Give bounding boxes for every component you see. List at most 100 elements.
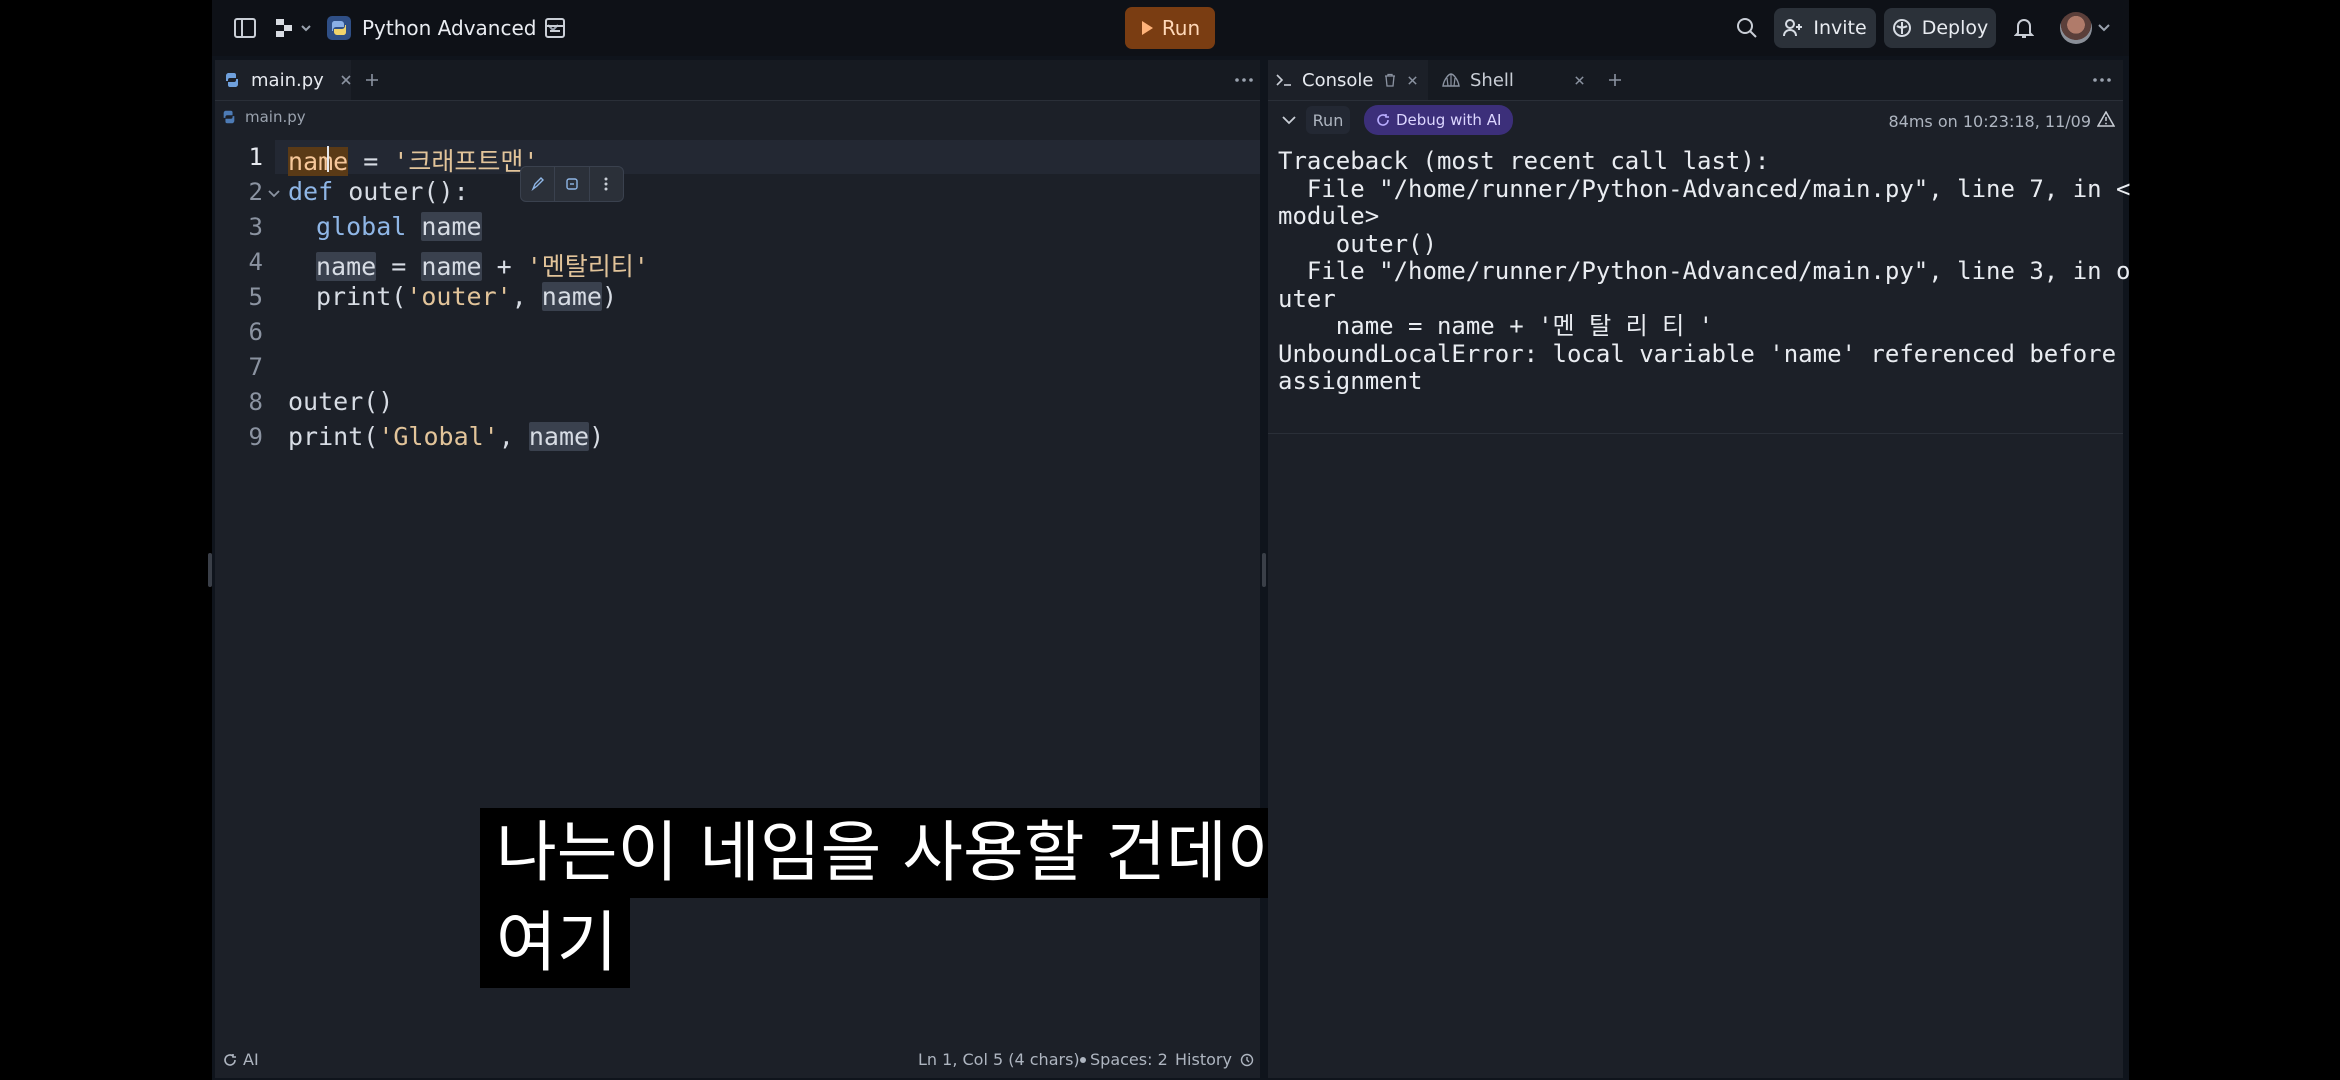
deploy-icon — [1892, 18, 1912, 38]
tab-label: main.py — [251, 69, 324, 91]
console-divider — [1268, 433, 2123, 434]
breadcrumb-file: main.py — [245, 108, 306, 126]
close-icon[interactable] — [1407, 75, 1418, 86]
add-user-icon — [1783, 19, 1803, 37]
tab-console[interactable]: Console — [1268, 60, 1428, 100]
editor-tab-bar: main.py — [215, 60, 1260, 101]
console-line: name = name + '멘 탈 리 티 ' — [1278, 312, 1714, 340]
chevron-down-icon — [2098, 24, 2110, 32]
user-menu[interactable] — [2060, 12, 2110, 44]
console-toolbar: Run Debug with AI 84ms on 10:23:18, 11/0… — [1268, 101, 2123, 139]
shell-tab-label: Shell — [1470, 69, 1514, 91]
spaces-label: Spaces: 2 — [1090, 1050, 1168, 1069]
history-button[interactable]: History — [1175, 1050, 1254, 1069]
kebab-menu-icon[interactable] — [590, 167, 623, 201]
line-number: 8 — [248, 388, 263, 416]
new-tab-icon[interactable] — [1608, 60, 1632, 100]
ai-icon — [223, 1053, 237, 1067]
explain-icon[interactable] — [555, 167, 590, 201]
console-line: outer() — [1278, 229, 1437, 258]
code-line-5: print('outer', name) — [316, 282, 618, 311]
bell-icon[interactable] — [2012, 16, 2036, 40]
line-number: 2 — [248, 178, 263, 206]
line-number: 7 — [248, 353, 263, 381]
trash-icon[interactable] — [1383, 73, 1397, 87]
left-resize-handle[interactable] — [208, 553, 212, 587]
console-tab-bar: Console Shell — [1268, 60, 2123, 101]
edit-icon[interactable] — [521, 167, 556, 201]
tab-shell[interactable]: Shell — [1434, 60, 1598, 100]
close-icon[interactable] — [1574, 75, 1585, 86]
top-bar: Python Advanced Run Invite Deploy — [212, 0, 2129, 56]
run-timing: 84ms on 10:23:18, 11/09 — [1888, 112, 2091, 131]
debug-ai-icon — [1376, 113, 1390, 127]
deploy-label: Deploy — [1921, 17, 1989, 39]
console-output[interactable]: Traceback (most recent call last): File … — [1278, 147, 2131, 396]
inline-ai-toolbar — [520, 166, 624, 202]
console-line: UnboundLocalError: local variable 'name'… — [1278, 339, 2117, 368]
line-number: 4 — [248, 248, 263, 276]
sidebar-toggle-icon[interactable] — [232, 16, 258, 40]
code-line-9: print('Global', name) — [288, 422, 605, 451]
project-name: Python Advanced — [362, 16, 537, 40]
python-logo-icon — [326, 15, 352, 41]
ai-label: AI — [243, 1050, 259, 1069]
more-options-icon[interactable] — [2093, 60, 2115, 100]
editor-pane: main.py main.py 1 name = '크래프트맨' 2 def o… — [215, 60, 1260, 1078]
line-number: 1 — [248, 143, 263, 171]
layout-icon[interactable] — [542, 16, 568, 40]
ai-toggle[interactable]: AI — [223, 1050, 259, 1069]
close-icon[interactable] — [340, 74, 352, 86]
replit-workspace: Python Advanced Run Invite Deploy main.p… — [208, 0, 2131, 1080]
text-cursor-icon — [327, 146, 329, 172]
history-icon — [1240, 1053, 1254, 1067]
console-line: uter — [1278, 284, 1336, 313]
search-icon[interactable] — [1734, 16, 1760, 40]
console-line: module> — [1278, 202, 1380, 230]
code-line-4: name = name + '멘탈리티' — [316, 252, 649, 281]
invite-button[interactable]: Invite — [1774, 8, 1876, 48]
dot-icon — [1080, 1056, 1086, 1063]
history-label: History — [1175, 1050, 1232, 1069]
invite-label: Invite — [1813, 17, 1867, 39]
cursor-position[interactable]: Ln 1, Col 5 (4 chars) — [918, 1050, 1080, 1069]
console-pane: Console Shell Run Debug with AI 84ms on … — [1268, 60, 2131, 1078]
deploy-button[interactable]: Deploy — [1884, 8, 1996, 48]
indent-setting[interactable]: Spaces: 2 — [1080, 1050, 1168, 1069]
more-options-icon[interactable] — [1235, 60, 1257, 100]
code-editor[interactable]: 1 name = '크래프트맨' 2 def outer(): 3 global… — [215, 140, 1260, 560]
collapse-chevron-icon[interactable] — [1282, 116, 1296, 125]
console-line: File "/home/runner/Python-Advanced/main.… — [1278, 257, 2131, 285]
editor-status-bar: AI Ln 1, Col 5 (4 chars) Spaces: 2 Histo… — [215, 1040, 1260, 1078]
shell-icon — [1442, 72, 1460, 88]
play-icon — [1140, 20, 1154, 36]
line-number: 3 — [248, 213, 263, 241]
terminal-prompt-icon — [1276, 73, 1292, 87]
console-tab-label: Console — [1302, 69, 1374, 91]
replit-logo-icon[interactable] — [274, 16, 314, 40]
run-button[interactable]: Run — [1125, 7, 1215, 49]
console-line: assignment — [1278, 367, 1423, 395]
new-tab-icon[interactable] — [365, 60, 389, 100]
line-number: 6 — [248, 318, 263, 346]
subtitle-line-2: 여기 — [480, 898, 630, 988]
python-file-icon — [221, 109, 237, 125]
run-label: Run — [1161, 16, 1201, 40]
breadcrumb[interactable]: main.py — [221, 108, 306, 126]
line-number: 5 — [248, 283, 263, 311]
debug-label: Debug with AI — [1396, 111, 1502, 129]
console-line: Traceback (most recent call last): — [1278, 147, 1770, 175]
python-file-icon — [223, 71, 241, 89]
warning-icon[interactable] — [2097, 111, 2115, 127]
tab-main-py[interactable]: main.py — [215, 60, 351, 100]
debug-with-ai-button[interactable]: Debug with AI — [1364, 105, 1514, 135]
project-selector[interactable]: Python Advanced — [326, 12, 560, 44]
code-line-2: def outer(): — [288, 177, 469, 206]
pane-resize-handle[interactable] — [1262, 553, 1266, 587]
code-line-3: global name — [316, 212, 482, 241]
console-run-button[interactable]: Run — [1306, 106, 1350, 134]
fold-chevron-icon[interactable] — [268, 190, 280, 198]
console-line: File "/home/runner/Python-Advanced/main.… — [1278, 174, 2131, 203]
code-line-1: name = '크래프트맨' — [288, 147, 539, 176]
code-line-8: outer() — [288, 387, 394, 416]
